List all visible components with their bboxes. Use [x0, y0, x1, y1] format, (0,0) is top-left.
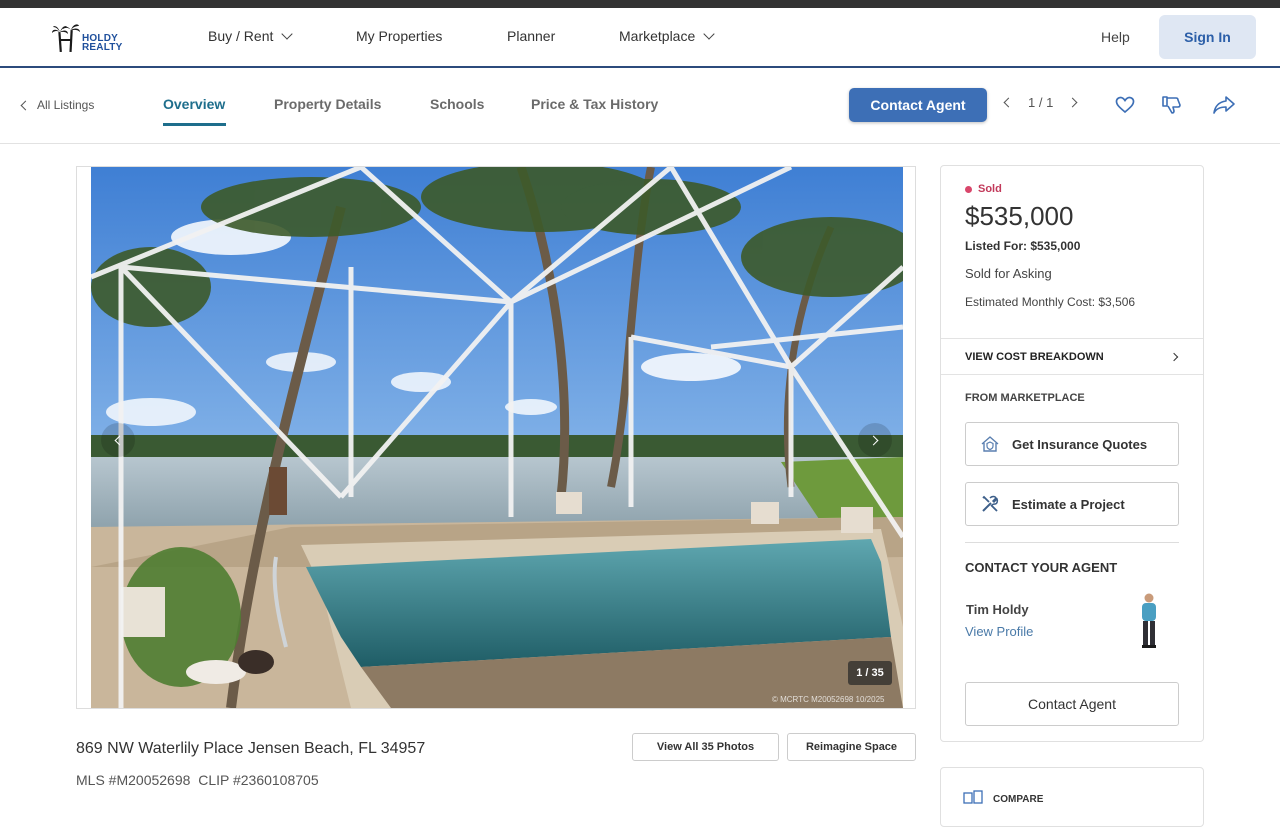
next-listing-icon[interactable] — [1067, 97, 1078, 108]
tab-price-tax-history[interactable]: Price & Tax History — [531, 96, 658, 112]
mls-number: MLS #M20052698 — [76, 772, 191, 788]
tab-property-details[interactable]: Property Details — [274, 96, 381, 112]
palm-tree-icon — [52, 24, 80, 53]
logo[interactable]: HOLDY REALTY — [52, 22, 122, 56]
compare-icon — [963, 790, 983, 804]
chevron-right-icon — [868, 435, 879, 445]
site-header: HOLDY REALTY Buy / Rent My Properties Pl… — [0, 8, 1280, 68]
status-label: Sold — [978, 183, 1002, 195]
listing-pager: 1 / 1 — [1003, 95, 1078, 110]
reimagine-space-button[interactable]: Reimagine Space — [787, 733, 916, 761]
price-card: Sold $535,000 Listed For: $535,000 Sold … — [940, 165, 1204, 742]
chevron-down-icon — [281, 28, 294, 40]
pager-count: 1 / 1 — [1028, 95, 1054, 110]
all-listings-label: All Listings — [37, 98, 95, 112]
nav-buy-rent-label: Buy / Rent — [208, 28, 274, 44]
sale-price: $535,000 — [965, 201, 1074, 231]
chevron-right-icon — [1169, 352, 1179, 362]
view-profile-link[interactable]: View Profile — [965, 624, 1033, 639]
photo-counter: 1 / 35 — [848, 661, 892, 685]
photo-gallery — [76, 166, 916, 709]
share-icon[interactable] — [1212, 93, 1236, 117]
property-photo[interactable] — [91, 167, 903, 708]
section-divider — [965, 542, 1179, 543]
tools-icon — [982, 495, 999, 512]
property-address: 869 NW Waterlily Place Jensen Beach, FL … — [76, 740, 426, 757]
cost-breakdown-link[interactable]: VIEW COST BREAKDOWN — [941, 338, 1203, 375]
nav-my-properties[interactable]: My Properties — [356, 28, 442, 44]
tab-schools[interactable]: Schools — [430, 96, 484, 112]
contact-agent-card-button[interactable]: Contact Agent — [965, 682, 1179, 726]
contact-agent-button[interactable]: Contact Agent — [849, 88, 987, 122]
status-dot — [965, 185, 972, 193]
sign-in-button[interactable]: Sign In — [1159, 15, 1256, 59]
cost-breakdown-label: VIEW COST BREAKDOWN — [965, 350, 1104, 363]
clip-number: CLIP #2360108705 — [198, 772, 319, 788]
monthly-cost: Estimated Monthly Cost: $3,506 — [965, 295, 1136, 309]
thumbs-down-icon[interactable] — [1160, 93, 1184, 117]
compare-card[interactable]: COMPARE — [940, 767, 1204, 827]
top-strip — [0, 0, 1280, 8]
active-tab-indicator — [163, 123, 226, 126]
nav-planner[interactable]: Planner — [507, 28, 555, 44]
sold-note: Sold for Asking — [965, 266, 1052, 281]
listing-ids: MLS #M20052698 CLIP #2360108705 — [76, 772, 319, 788]
listed-for: Listed For: $535,000 — [965, 239, 1081, 253]
agent-name: Tim Holdy — [966, 602, 1029, 617]
photo-credit: © MCRTC M20052698 10/2025 — [772, 695, 885, 704]
gallery-next-button[interactable] — [858, 423, 892, 457]
listing-subnav: All Listings Overview Property Details S… — [0, 68, 1280, 144]
all-listings-link[interactable]: All Listings — [20, 98, 95, 112]
chevron-down-icon — [703, 28, 715, 40]
tab-overview[interactable]: Overview — [163, 96, 225, 112]
logo-text-line2: REALTY — [82, 42, 123, 53]
contact-agent-heading: CONTACT YOUR AGENT — [965, 560, 1118, 575]
insurance-quotes-label: Get Insurance Quotes — [1012, 436, 1148, 452]
chevron-left-icon — [114, 435, 125, 445]
house-shield-icon — [981, 436, 999, 452]
estimate-project-label: Estimate a Project — [1012, 496, 1125, 512]
estimate-project-button[interactable]: Estimate a Project — [965, 482, 1179, 526]
agent-avatar[interactable] — [1137, 592, 1161, 650]
help-link[interactable]: Help — [1101, 29, 1130, 45]
heart-icon[interactable] — [1113, 93, 1137, 117]
chevron-left-icon — [20, 100, 31, 110]
prev-listing-icon[interactable] — [1003, 97, 1014, 108]
nav-planner-label: Planner — [507, 28, 556, 44]
insurance-quotes-button[interactable]: Get Insurance Quotes — [965, 422, 1179, 466]
status-badge: Sold — [965, 183, 1002, 195]
nav-marketplace-label: Marketplace — [619, 28, 696, 44]
view-all-photos-button[interactable]: View All 35 Photos — [632, 733, 779, 761]
gallery-prev-button[interactable] — [101, 423, 135, 457]
nav-my-properties-label: My Properties — [356, 28, 443, 44]
nav-marketplace[interactable]: Marketplace — [619, 28, 715, 44]
logo-text: HOLDY REALTY — [82, 34, 123, 53]
nav-buy-rent[interactable]: Buy / Rent — [208, 28, 294, 44]
from-marketplace-heading: FROM MARKETPLACE — [965, 392, 1085, 404]
